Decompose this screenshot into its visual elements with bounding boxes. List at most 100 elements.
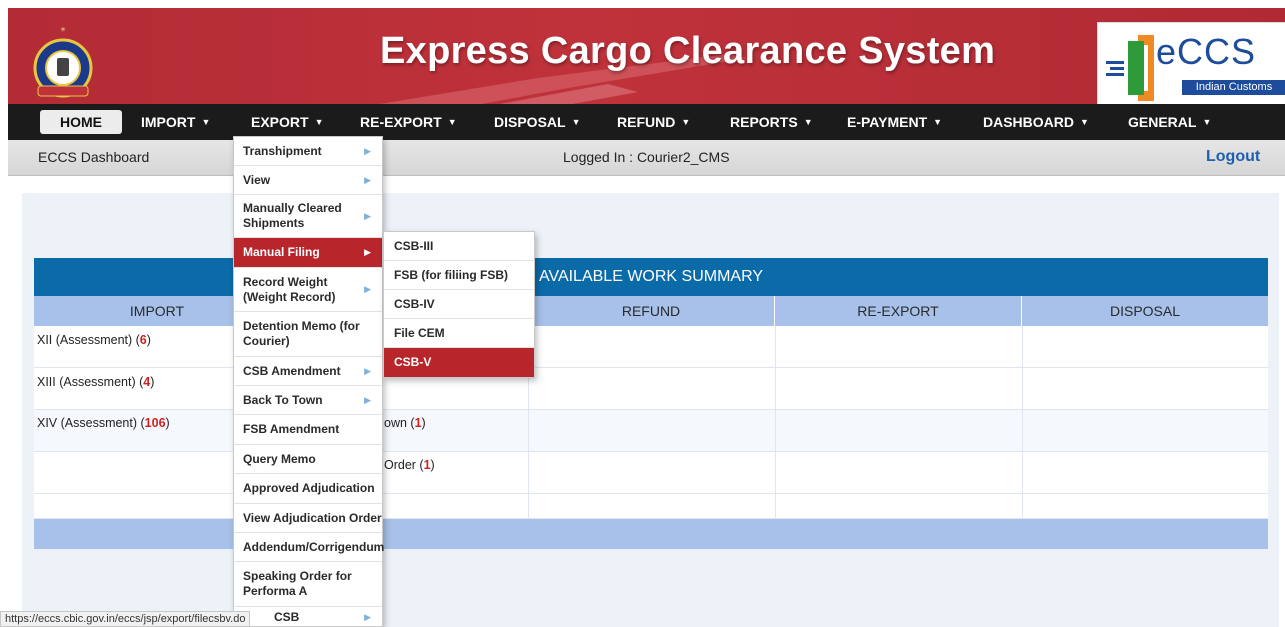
browser-status-url: https://eccs.cbic.gov.in/eccs/jsp/export… xyxy=(0,611,251,627)
chevron-right-icon: ▶ xyxy=(364,394,371,405)
menu-item-view[interactable]: View ▶ xyxy=(234,166,382,195)
table-row xyxy=(34,494,1268,519)
submenu-file-cem[interactable]: File CEM xyxy=(384,319,534,348)
row-close: ) xyxy=(430,458,435,472)
import-xii-link[interactable]: XII (Assessment) (6) xyxy=(37,333,151,347)
row-count: 1 xyxy=(414,416,422,430)
submenu-fsb[interactable]: FSB (for filiing FSB) xyxy=(384,261,534,290)
nav-refund[interactable]: REFUND ▼ xyxy=(617,104,690,140)
menu-item-manual-filing[interactable]: Manual Filing ▶ xyxy=(234,238,382,268)
eccs-logo: eCCS Indian Customs xyxy=(1097,22,1285,104)
menu-label: Record Weight (Weight Record) xyxy=(243,274,336,304)
logo-text: eCCS xyxy=(1156,31,1257,72)
nav-dashboard-label: DASHBOARD xyxy=(983,114,1074,130)
row-close: ) xyxy=(146,333,151,347)
nav-re-export-label: RE-EXPORT xyxy=(360,114,442,130)
menu-item-approved-adjudication[interactable]: Approved Adjudication xyxy=(234,474,382,504)
menu-label: Transhipment xyxy=(243,143,322,158)
nav-import[interactable]: IMPORT ▼ xyxy=(141,104,210,140)
menu-item-manually-cleared[interactable]: Manually Cleared Shipments ▶ xyxy=(234,195,382,238)
manual-filing-submenu: CSB-III FSB (for filiing FSB) CSB-IV Fil… xyxy=(383,231,535,378)
nav-reports-label: REPORTS xyxy=(730,114,798,130)
menu-item-detention-memo[interactable]: Detention Memo (for Courier) xyxy=(234,312,382,357)
menu-label: Query Memo xyxy=(243,451,316,466)
nav-dashboard[interactable]: DASHBOARD ▼ xyxy=(983,104,1089,140)
menu-label: FSB Amendment xyxy=(243,422,340,436)
row-label: XII (Assessment) ( xyxy=(37,333,140,347)
menu-item-view-adjudication-order[interactable]: View Adjudication Order xyxy=(234,504,382,533)
menu-item-transhipment[interactable]: Transhipment ▶ xyxy=(234,137,382,166)
row-label: XIII (Assessment) ( xyxy=(37,375,144,389)
col-disposal: DISPOSAL xyxy=(1022,296,1268,326)
menu-label: Speaking Order for Performa A xyxy=(243,569,352,598)
logout-link[interactable]: Logout xyxy=(1206,148,1260,166)
row-count: 106 xyxy=(144,416,166,430)
caret-down-icon: ▼ xyxy=(447,117,457,127)
nav-reports[interactable]: REPORTS ▼ xyxy=(730,104,813,140)
menu-label: Manual Filing xyxy=(243,245,320,259)
export-back-to-town-link[interactable]: own (1) xyxy=(384,416,426,430)
menu-label: Addendum/Corrigendum xyxy=(243,539,385,554)
caret-down-icon: ▼ xyxy=(314,117,324,127)
row-count: 6 xyxy=(139,333,147,347)
menu-item-csb-amendment[interactable]: CSB Amendment ▶ xyxy=(234,357,382,386)
nav-general[interactable]: GENERAL ▼ xyxy=(1128,104,1211,140)
menu-item-back-to-town[interactable]: Back To Town ▶ xyxy=(234,386,382,415)
menu-label: Manually Cleared Shipments xyxy=(243,201,342,230)
table-row xyxy=(34,452,1268,494)
menu-item-csb[interactable]: CSB ▶ xyxy=(234,607,382,627)
nav-re-export[interactable]: RE-EXPORT ▼ xyxy=(360,104,457,140)
col-refund: REFUND xyxy=(528,296,775,326)
import-xiii-link[interactable]: XIII (Assessment) (4) xyxy=(37,375,154,389)
submenu-csb-v[interactable]: CSB-V xyxy=(384,348,534,377)
nav-refund-label: REFUND xyxy=(617,114,676,130)
column-divider xyxy=(1022,326,1023,520)
chevron-right-icon: ▶ xyxy=(364,284,371,294)
row-label: own ( xyxy=(384,416,415,430)
sub-header-bar: ECCS Dashboard Logged In : Courier2_CMS … xyxy=(8,140,1285,176)
menu-item-speaking-order[interactable]: Speaking Order for Performa A xyxy=(234,562,382,607)
export-order-link[interactable]: Order (1) xyxy=(384,458,435,472)
app-title: Express Cargo Clearance System xyxy=(380,30,996,72)
column-divider xyxy=(775,326,776,520)
main-nav: HOME IMPORT ▼ EXPORT ▼ RE-EXPORT ▼ DISPOSAL… xyxy=(8,104,1285,140)
work-summary-title: AVAILABLE WORK SUMMARY xyxy=(34,258,1268,296)
nav-export[interactable]: EXPORT ▼ xyxy=(251,104,324,140)
submenu-csb-iv[interactable]: CSB-IV xyxy=(384,290,534,319)
menu-label: Detention Memo (for Courier) xyxy=(243,319,360,348)
row-close: ) xyxy=(421,416,426,430)
menu-label: Back To Town xyxy=(243,392,323,407)
nav-import-label: IMPORT xyxy=(141,114,196,130)
table-row xyxy=(34,410,1268,452)
summary-footer xyxy=(34,519,1268,549)
caret-down-icon: ▼ xyxy=(571,117,581,127)
logged-in-user: Logged In : Courier2_CMS xyxy=(563,149,730,165)
caret-down-icon: ▼ xyxy=(1202,117,1212,127)
menu-label: View Adjudication Order xyxy=(243,510,382,525)
chevron-right-icon: ▶ xyxy=(364,210,371,221)
svg-text:*: * xyxy=(61,26,66,37)
submenu-csb-iii[interactable]: CSB-III xyxy=(384,232,534,261)
nav-disposal[interactable]: DISPOSAL ▼ xyxy=(494,104,581,140)
nav-e-payment[interactable]: E-PAYMENT ▼ xyxy=(847,104,942,140)
menu-item-record-weight[interactable]: Record Weight (Weight Record) ▶ xyxy=(234,268,382,312)
menu-item-fsb-amendment[interactable]: FSB Amendment xyxy=(234,415,382,445)
menu-item-query-memo[interactable]: Query Memo xyxy=(234,445,382,474)
import-xiv-link[interactable]: XIV (Assessment) (106) xyxy=(37,416,170,430)
caret-down-icon: ▼ xyxy=(933,117,943,127)
menu-label: CSB xyxy=(274,609,300,624)
row-close: ) xyxy=(165,416,170,430)
caret-down-icon: ▼ xyxy=(681,117,691,127)
nav-home[interactable]: HOME xyxy=(40,110,122,134)
nav-disposal-label: DISPOSAL xyxy=(494,114,566,130)
col-re-export: RE-EXPORT xyxy=(775,296,1022,326)
header-banner: * Express Cargo Clearance System eCCS In… xyxy=(8,8,1285,104)
chevron-right-icon: ▶ xyxy=(364,611,371,622)
dashboard-link[interactable]: ECCS Dashboard xyxy=(38,149,149,165)
row-label: Order ( xyxy=(384,458,424,472)
menu-item-addendum[interactable]: Addendum/Corrigendum xyxy=(234,533,385,562)
export-dropdown-menu: Transhipment ▶ View ▶ Manually Cleared Shi… xyxy=(233,136,385,627)
row-label: XIV (Assessment) ( xyxy=(37,416,145,430)
menu-label: View xyxy=(243,172,271,187)
row-close: ) xyxy=(150,375,155,389)
